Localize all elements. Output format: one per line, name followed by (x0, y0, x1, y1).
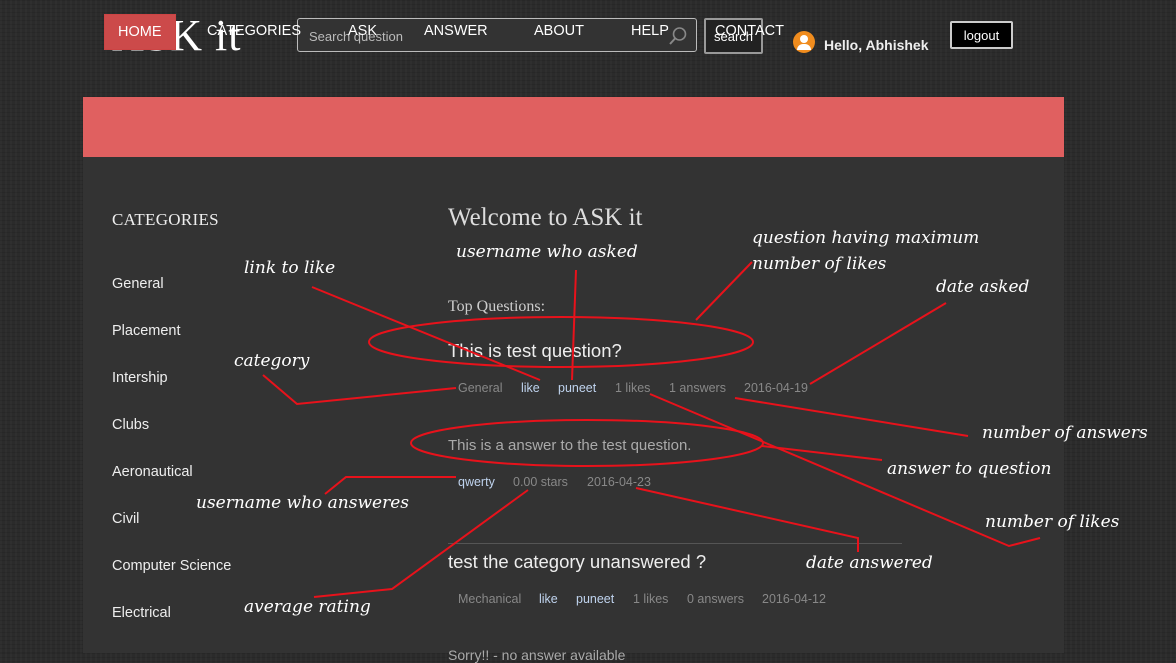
question-date: 2016-04-19 (744, 381, 808, 395)
nav-categories[interactable]: CATEGORIES (207, 14, 301, 48)
sidebar-item-civil[interactable]: Civil (112, 511, 139, 527)
main-navbar (83, 97, 1064, 157)
asker-username[interactable]: puneet (558, 381, 596, 395)
nav-help[interactable]: HELP (631, 14, 669, 48)
note-max-likes-2: number of likes (752, 254, 887, 274)
answer-text: This is a answer to the test question. (448, 437, 692, 454)
note-username-who-answers: username who answeres (196, 493, 409, 513)
note-answer-to-question: answer to question (887, 459, 1052, 479)
note-date-asked: date asked (936, 277, 1030, 297)
sidebar-item-intership[interactable]: Intership (112, 370, 168, 386)
likes-count: 1 likes (615, 381, 651, 395)
answers-count-2: 0 answers (687, 592, 744, 606)
page-title: Welcome to ASK it (448, 204, 643, 231)
note-username-who-asked: username who asked (456, 242, 638, 262)
logout-button[interactable]: logout (950, 21, 1013, 49)
user-avatar-icon (793, 31, 815, 53)
nav-home[interactable]: HOME (104, 14, 176, 50)
like-link-2[interactable]: like (539, 592, 558, 606)
note-date-answered: date answered (806, 553, 933, 573)
note-average-rating: average rating (244, 597, 371, 617)
nav-about[interactable]: ABOUT (534, 14, 584, 48)
sidebar-item-electrical[interactable]: Electrical (112, 605, 171, 621)
note-number-of-likes: number of likes (985, 512, 1120, 532)
search-icon[interactable] (668, 26, 688, 46)
answerer-username[interactable]: qwerty (458, 475, 495, 489)
question-date-2: 2016-04-12 (762, 592, 826, 606)
top-questions-label: Top Questions: (448, 298, 546, 315)
note-max-likes-1: question having maximum (752, 228, 980, 248)
like-link[interactable]: like (521, 381, 540, 395)
note-number-of-answers: number of answers (982, 423, 1148, 443)
nav-ask[interactable]: ASK (348, 14, 377, 48)
answer-rating: 0.00 stars (513, 475, 568, 489)
sidebar-item-placement[interactable]: Placement (112, 323, 181, 339)
sidebar-item-clubs[interactable]: Clubs (112, 417, 149, 433)
question-title[interactable]: This is test question? (448, 340, 622, 362)
sidebar-item-aeronautical[interactable]: Aeronautical (112, 464, 193, 480)
question-category: General (458, 381, 503, 395)
sidebar-item-computer-science[interactable]: Computer Science (112, 558, 231, 574)
asker-username-2[interactable]: puneet (576, 592, 614, 606)
sidebar-title: CATEGORIES (112, 210, 219, 229)
no-answer-note: Sorry!! - no answer available (448, 647, 626, 663)
note-category: category (234, 351, 310, 371)
user-greeting: Hello, Abhishek (824, 37, 929, 53)
answers-count: 1 answers (669, 381, 726, 395)
note-link-to-like: link to like (244, 258, 336, 278)
likes-count-2: 1 likes (633, 592, 669, 606)
nav-answer[interactable]: ANSWER (424, 14, 488, 48)
answer-date: 2016-04-23 (587, 475, 651, 489)
question-title-2[interactable]: test the category unanswered ? (448, 551, 706, 573)
divider (448, 543, 902, 544)
sidebar-item-general[interactable]: General (112, 276, 164, 292)
nav-contact[interactable]: CONTACT (715, 14, 784, 48)
question-category-2: Mechanical (458, 592, 522, 606)
